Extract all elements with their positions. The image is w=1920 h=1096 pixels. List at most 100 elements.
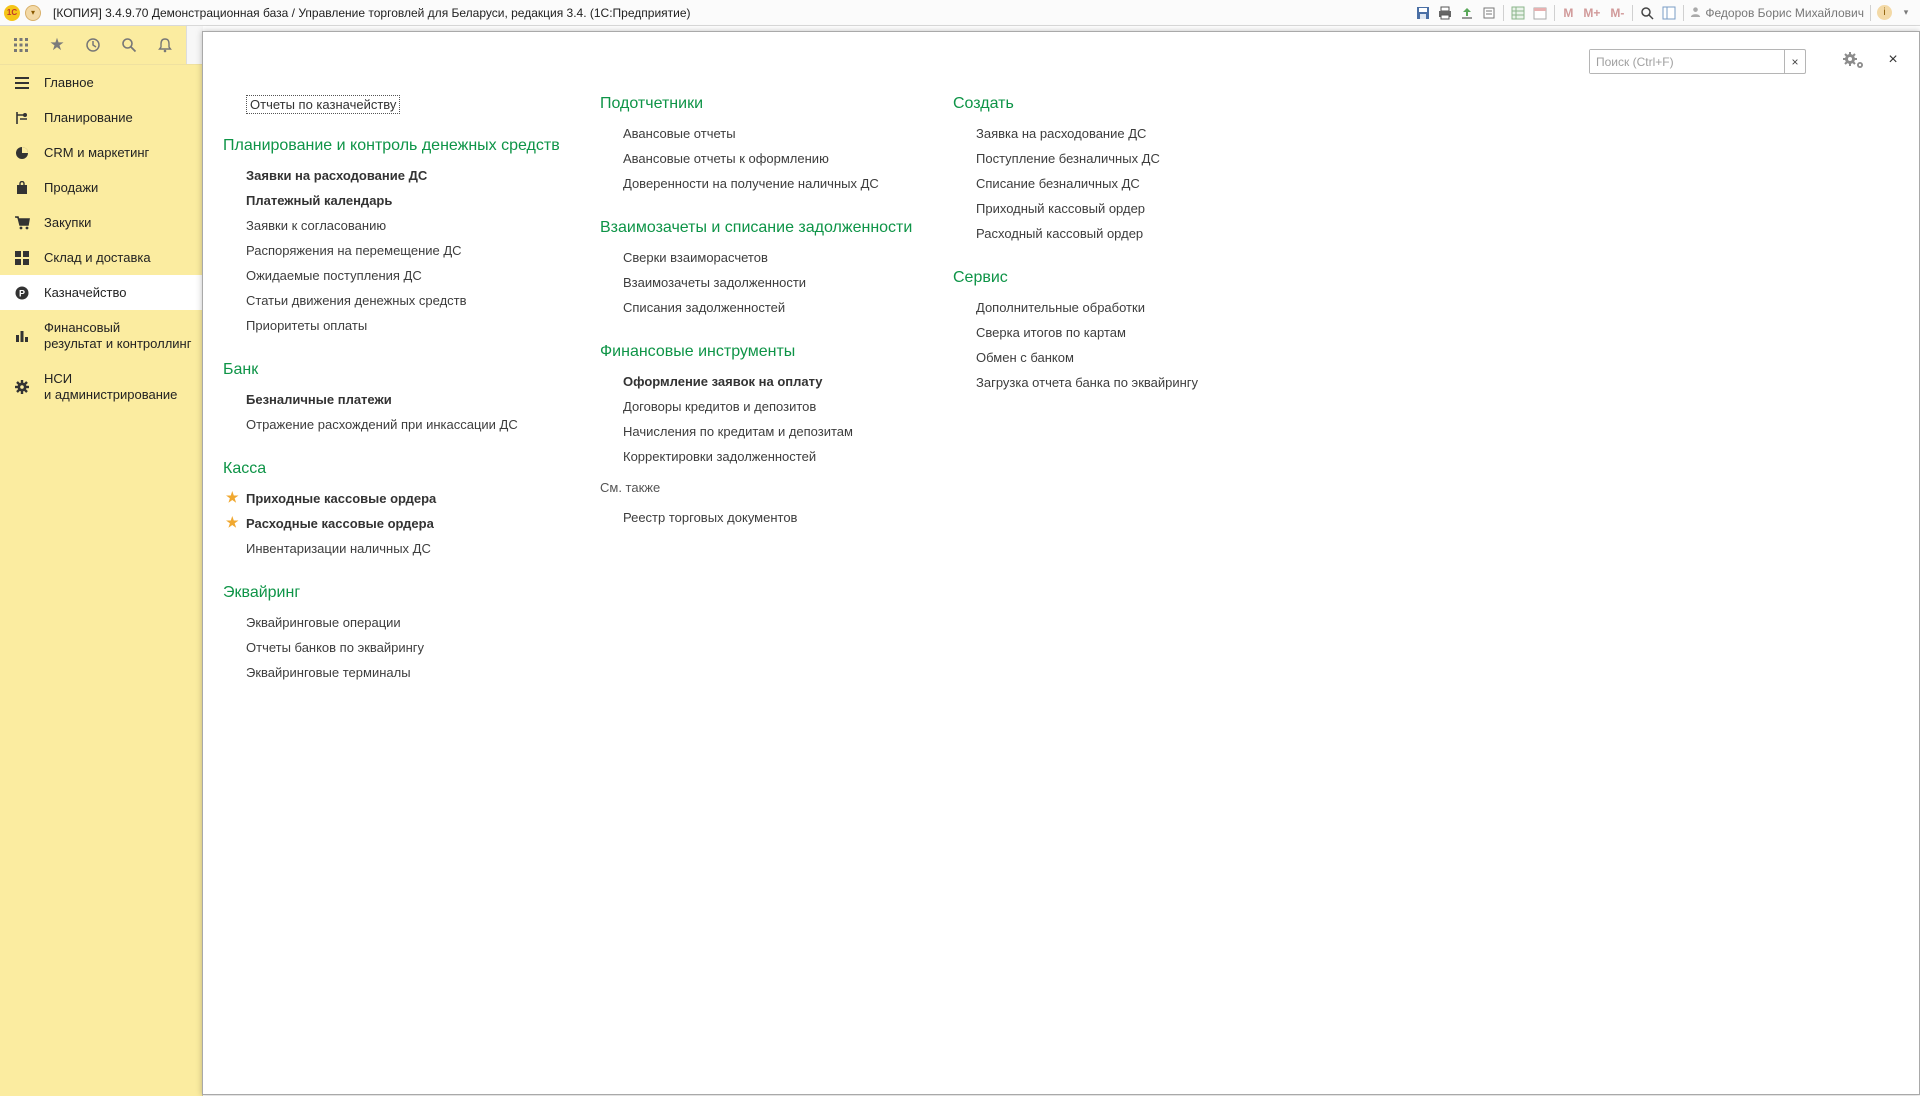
zoom-icon[interactable] [1639,5,1655,21]
section-title: Планирование и контроль денежных средств [223,137,560,154]
memory-minus-button[interactable]: M- [1608,6,1626,20]
section-cash: Касса ★ Приходные кассовые ордера ★ Расх… [223,459,560,565]
calendar-icon[interactable] [1532,5,1548,21]
chevron-down-icon[interactable]: ▾ [1898,5,1914,21]
sidebar-item-warehouse[interactable]: Склад и доставка [0,240,202,275]
search-input[interactable] [1590,50,1784,73]
preview-icon[interactable] [1481,5,1497,21]
link-create-cash-receipt-order[interactable]: Приходный кассовый ордер [953,200,1198,225]
history-icon[interactable] [82,34,104,56]
link-advance-reports-to-process[interactable]: Авансовые отчеты к оформлению [600,150,912,175]
link-create-noncash-receipt[interactable]: Поступление безналичных ДС [953,150,1198,175]
app-logo[interactable]: 1С [4,4,20,21]
link-acquiring-terminals[interactable]: Эквайринговые терминалы [223,664,560,689]
link-cash-expense-orders[interactable]: ★ Расходные кассовые ордера [223,514,560,540]
sidebar-item-finance[interactable]: Финансовый результат и контроллинг [0,310,202,361]
link-loan-deposit-contracts[interactable]: Договоры кредитов и депозитов [600,398,912,423]
search-icon[interactable] [118,34,140,56]
link-collection-discrepancies[interactable]: Отражение расхождений при инкассации ДС [223,416,560,441]
link-debt-offsets[interactable]: Взаимозачеты задолженности [600,274,912,299]
sidebar-item-crm[interactable]: CRM и маркетинг [0,135,202,170]
spreadsheet-icon[interactable] [1510,5,1526,21]
favorites-icon[interactable]: ★ [46,34,68,56]
link-loan-deposit-accruals[interactable]: Начисления по кредитам и депозитам [600,423,912,448]
sidebar-item-label: Закупки [44,214,92,230]
notifications-icon[interactable] [154,34,176,56]
current-user[interactable]: Федоров Борис Михайлович [1690,6,1864,20]
link-payment-calendar[interactable]: Платежный календарь [223,192,560,217]
link-create-cash-expense-order[interactable]: Расходный кассовый ордер [953,225,1198,250]
memory-plus-button[interactable]: M+ [1581,6,1602,20]
svg-text:P: P [19,288,25,298]
link-bank-exchange[interactable]: Обмен с банком [953,349,1198,374]
search-clear-button[interactable]: × [1784,50,1805,73]
link-trade-documents-register[interactable]: Реестр торговых документов [600,509,912,534]
all-functions-icon[interactable] [10,34,32,56]
sidebar-item-treasury[interactable]: P Казначейство [0,275,202,310]
close-button[interactable]: × [1883,49,1903,71]
separator [1554,4,1556,21]
save-icon[interactable] [1415,5,1431,21]
section-title: Взаимозачеты и списание задолженности [600,219,913,236]
link-label: Расходные кассовые ордера [246,516,434,531]
crm-icon [14,145,30,161]
panels-icon[interactable] [1661,5,1677,21]
treasury-reports-button[interactable]: Отчеты по казначейству [246,95,401,114]
link-cash-inventories[interactable]: Инвентаризации наличных ДС [223,540,560,565]
menu-icon [14,75,30,91]
user-icon [1690,6,1701,20]
settings-gear-icon[interactable] [1841,49,1867,71]
main-menu-button[interactable]: ▾ [25,4,41,21]
memory-m-button[interactable]: M [1561,6,1575,20]
treasury-icon: P [14,285,30,301]
print-icon[interactable] [1437,5,1453,21]
treasury-section-panel: × × Отчеты по казначейству Планирование … [202,31,1920,1095]
favorite-star-icon[interactable]: ★ [226,489,239,506]
link-acquiring-bank-reports[interactable]: Отчеты банков по эквайрингу [223,639,560,664]
link-transfer-orders[interactable]: Распоряжения на перемещение ДС [223,242,560,267]
upload-icon[interactable] [1459,5,1475,21]
link-expected-receipts[interactable]: Ожидаемые поступления ДС [223,267,560,292]
link-cashflow-items[interactable]: Статьи движения денежных средств [223,292,560,317]
link-requests-approval[interactable]: Заявки к согласованию [223,217,560,242]
link-additional-processing[interactable]: Дополнительные обработки [953,299,1198,324]
section-title: Финансовые инструменты [600,343,796,360]
link-payment-priorities[interactable]: Приоритеты оплаты [223,317,560,342]
section-service: Сервис Дополнительные обработки Сверка и… [953,268,1198,399]
column-3: Создать Заявка на расходование ДС Поступ… [953,94,1198,399]
link-debt-adjustments[interactable]: Корректировки задолженностей [600,448,912,473]
sidebar-item-main[interactable]: Главное [0,65,202,100]
link-debt-writeoffs[interactable]: Списания задолженностей [600,299,912,324]
link-create-expense-request[interactable]: Заявка на расходование ДС [953,125,1198,150]
user-name: Федоров Борис Михайлович [1705,5,1864,20]
sidebar-item-label: Склад и доставка [44,249,151,265]
link-expense-requests[interactable]: Заявки на расходование ДС [223,167,560,192]
sidebar-item-label: Продажи [44,179,99,195]
favorite-star-icon[interactable]: ★ [226,514,239,531]
search-box: × [1589,49,1806,74]
link-noncash-payments[interactable]: Безналичные платежи [223,391,560,416]
warehouse-icon [14,250,30,266]
sidebar-item-label: Планирование [44,109,133,125]
column-2: Подотчетники Авансовые отчеты Авансовые … [600,94,912,534]
sidebar-item-purchases[interactable]: Закупки [0,205,202,240]
link-create-noncash-writeoff[interactable]: Списание безналичных ДС [953,175,1198,200]
title-bar: 1С ▾ [КОПИЯ] 3.4.9.70 Демонстрационная б… [0,0,1920,26]
tab-strip [186,26,203,64]
separator [1683,4,1685,21]
link-payment-requests-processing[interactable]: Оформление заявок на оплату [600,373,912,398]
sidebar-item-planning[interactable]: Планирование [0,100,202,135]
section-title: Создать [953,95,1014,112]
sidebar-item-admin[interactable]: НСИ и администрирование [0,361,202,412]
link-advance-reports[interactable]: Авансовые отчеты [600,125,912,150]
see-also-label: См. также [600,480,661,495]
link-cash-receipt-orders[interactable]: ★ Приходные кассовые ордера [223,489,560,515]
link-acquiring-report-import[interactable]: Загрузка отчета банка по эквайрингу [953,374,1198,399]
link-card-totals-reconciliation[interactable]: Сверка итогов по картам [953,324,1198,349]
link-acquiring-operations[interactable]: Эквайринговые операции [223,614,560,639]
sidebar-item-sales[interactable]: Продажи [0,170,202,205]
bag-icon [14,180,30,196]
link-cash-power-of-attorney[interactable]: Доверенности на получение наличных ДС [600,175,912,200]
info-icon[interactable]: i [1877,5,1892,20]
link-reconciliations[interactable]: Сверки взаиморасчетов [600,249,912,274]
